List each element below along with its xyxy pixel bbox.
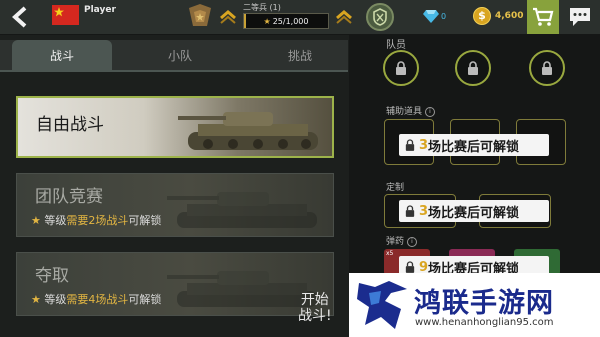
crew-slot-locked[interactable] <box>529 50 565 86</box>
lock-icon <box>468 61 478 75</box>
mode-card-team-battle[interactable]: 团队竞赛 ★ 等级需要2场战斗可解锁 <box>16 173 334 237</box>
tab-squad[interactable]: 小队 <box>130 40 230 72</box>
mode-title: 夺取 <box>35 266 69 286</box>
unlock-requirement: ★ 等级需要4场战斗可解锁 <box>31 293 162 306</box>
lock-icon <box>405 139 415 151</box>
watermark-logo <box>357 281 407 329</box>
chat-icon[interactable] <box>568 6 592 28</box>
tab-battle[interactable]: 战斗 <box>12 40 112 72</box>
star-icon: ★ <box>31 214 41 227</box>
star-icon: ★ <box>263 16 271 26</box>
lock-icon <box>405 261 415 273</box>
lock-icon <box>542 61 552 75</box>
crew-label: 队员 <box>386 40 406 51</box>
start-battle-button[interactable]: 开始 战斗! <box>298 292 332 324</box>
coin-count: 4,600 <box>495 11 524 21</box>
gem-count: 0 <box>441 12 447 21</box>
crew-slot-locked[interactable] <box>455 50 491 86</box>
mode-card-capture[interactable]: 夺取 ★ 等级需要4场战斗可解锁 <box>16 252 334 316</box>
mode-title: 团队竞赛 <box>35 187 103 207</box>
star-icon: ★ <box>31 293 41 306</box>
mode-card-free-battle[interactable]: 自由战斗 <box>16 96 334 158</box>
lock-icon <box>396 61 406 75</box>
back-button[interactable] <box>4 4 38 30</box>
support-items-label: 辅助道具 i <box>386 104 436 117</box>
flag-icon <box>52 5 79 25</box>
mode-title: 自由战斗 <box>36 115 104 135</box>
info-icon[interactable]: i <box>407 236 418 247</box>
tank-image <box>178 112 318 150</box>
rank-insignia-icon <box>189 4 211 26</box>
info-icon[interactable]: i <box>425 106 436 117</box>
unlock-requirement: ★ 等级需要2场战斗可解锁 <box>31 214 162 227</box>
watermark-url: www.henanhonglian95.com <box>415 317 554 328</box>
tank-image <box>167 192 317 228</box>
chevron-up-icon <box>220 10 236 24</box>
customize-label: 定制 <box>386 183 405 193</box>
lock-icon <box>405 205 415 217</box>
rank-label: 二等兵 (1) <box>243 3 281 12</box>
clan-icon[interactable] <box>366 3 394 31</box>
gem-icon[interactable] <box>422 7 440 25</box>
chevron-up-icon <box>336 10 352 24</box>
xp-bar: ★ 25/1,000 <box>243 13 329 29</box>
back-arrow-icon <box>12 6 27 28</box>
shopping-cart-icon <box>533 7 554 26</box>
coin-icon[interactable]: $ <box>473 7 491 25</box>
player-name: Player <box>84 5 116 15</box>
unlock-notice: 3 场比赛后可解锁 <box>399 200 549 222</box>
watermark-title: 鸿联手游网 <box>414 288 554 319</box>
xp-text: 25/1,000 <box>272 16 309 26</box>
shop-button[interactable] <box>527 0 559 34</box>
crew-slot-locked[interactable] <box>383 50 419 86</box>
unlock-notice: 3 场比赛后可解锁 <box>399 134 549 156</box>
watermark: 鸿联手游网 www.henanhonglian95.com <box>349 273 600 337</box>
tab-challenge[interactable]: 挑战 <box>250 40 350 72</box>
mode-tabs: 战斗 小队 挑战 <box>0 40 348 72</box>
ammo-label: 弹药 i <box>386 234 418 247</box>
